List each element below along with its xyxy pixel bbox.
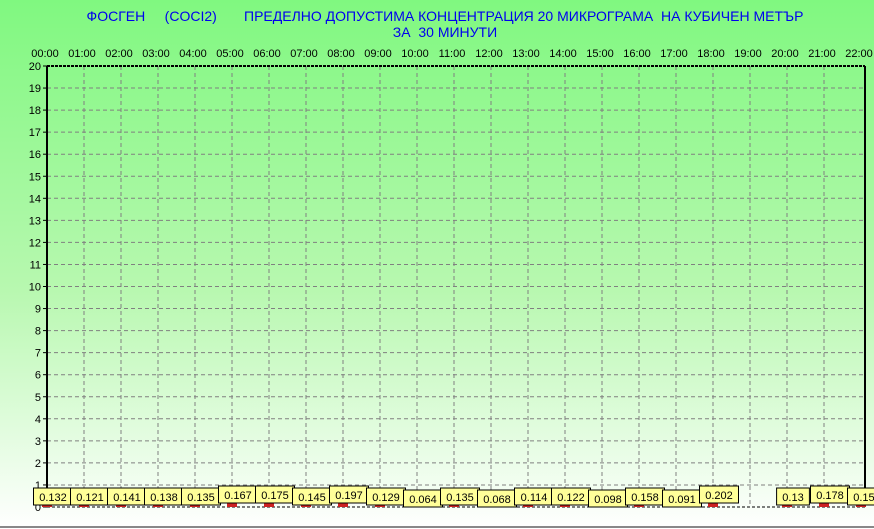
y-tick-label: 16 — [29, 149, 41, 161]
x-tick-label: 06:00 — [253, 48, 281, 60]
data-label: 0.132 — [39, 492, 67, 504]
data-label: 0.141 — [113, 492, 141, 504]
x-tick-label: 00:00 — [31, 48, 59, 60]
data-label: 0.145 — [298, 492, 326, 504]
x-tick-label: 08:00 — [327, 48, 355, 60]
data-label: 0.068 — [483, 494, 511, 506]
data-label: 0.098 — [594, 494, 622, 506]
x-tick-label: 03:00 — [142, 48, 170, 60]
x-tick-label: 16:00 — [623, 48, 651, 60]
x-tick-label: 22:00 — [845, 48, 873, 60]
data-label: 0.178 — [816, 490, 844, 502]
data-label: 0.064 — [409, 494, 437, 506]
data-label: 0.158 — [631, 492, 659, 504]
x-tick-label: 01:00 — [68, 48, 96, 60]
y-tick-label: 10 — [29, 282, 41, 294]
x-tick-label: 21:00 — [808, 48, 836, 60]
bar — [227, 503, 237, 507]
y-tick-label: 17 — [29, 127, 41, 139]
x-tick-label: 17:00 — [660, 48, 688, 60]
data-label: 0.091 — [668, 494, 696, 506]
y-tick-label: 7 — [35, 348, 41, 360]
y-tick-label: 20 — [29, 61, 41, 73]
data-label: 0.121 — [76, 492, 104, 504]
chart-title: ФОСГЕН (COCI2) ПРЕДЕЛНО ДОПУСТИМА КОНЦЕН… — [87, 8, 804, 24]
chart: ФОСГЕН (COCI2) ПРЕДЕЛНО ДОПУСТИМА КОНЦЕН… — [0, 0, 874, 529]
y-tick-label: 11 — [30, 259, 41, 271]
y-tick-label: 19 — [29, 83, 41, 95]
y-tick-label: 14 — [29, 193, 41, 205]
y-tick-label: 9 — [35, 304, 41, 316]
data-label: 0.13 — [782, 492, 803, 504]
x-tick-label: 12:00 — [475, 48, 503, 60]
y-tick-label: 18 — [29, 105, 41, 117]
chart-container: ФОСГЕН (COCI2) ПРЕДЕЛНО ДОПУСТИМА КОНЦЕН… — [0, 0, 874, 529]
y-tick-label: 13 — [29, 215, 41, 227]
x-tick-label: 20:00 — [771, 48, 799, 60]
y-tick-label: 6 — [35, 370, 41, 382]
y-tick-label: 8 — [35, 326, 41, 338]
data-label: 0.175 — [261, 490, 289, 502]
x-tick-label: 02:00 — [105, 48, 133, 60]
x-tick-label: 14:00 — [549, 48, 577, 60]
x-tick-label: 18:00 — [697, 48, 725, 60]
bar — [819, 503, 829, 507]
y-tick-label: 3 — [35, 436, 41, 448]
x-tick-label: 15:00 — [586, 48, 614, 60]
x-tick-label: 04:00 — [179, 48, 207, 60]
chart-subtitle: ЗА 30 МИНУТИ — [393, 24, 497, 40]
data-label: 0.151 — [853, 492, 874, 504]
data-label: 0.122 — [557, 492, 585, 504]
data-label: 0.202 — [705, 490, 733, 502]
y-tick-label: 5 — [35, 392, 41, 404]
y-tick-label: 12 — [29, 237, 41, 249]
data-label: 0.197 — [335, 490, 363, 502]
data-label: 0.114 — [521, 492, 548, 504]
x-tick-label: 19:00 — [734, 48, 762, 60]
data-label: 0.135 — [446, 492, 474, 504]
data-label: 0.138 — [150, 492, 178, 504]
x-tick-label: 13:00 — [512, 48, 540, 60]
x-tick-label: 10:00 — [401, 48, 429, 60]
y-tick-label: 2 — [35, 458, 41, 470]
x-tick-label: 07:00 — [290, 48, 318, 60]
x-tick-label: 05:00 — [216, 48, 244, 60]
data-label: 0.135 — [187, 492, 215, 504]
data-label: 0.129 — [372, 492, 400, 504]
x-tick-label: 11:00 — [439, 48, 466, 60]
x-tick-label: 09:00 — [364, 48, 392, 60]
y-tick-label: 4 — [35, 414, 41, 426]
data-label: 0.167 — [224, 490, 252, 502]
bar — [264, 503, 274, 507]
y-tick-label: 15 — [29, 171, 41, 183]
